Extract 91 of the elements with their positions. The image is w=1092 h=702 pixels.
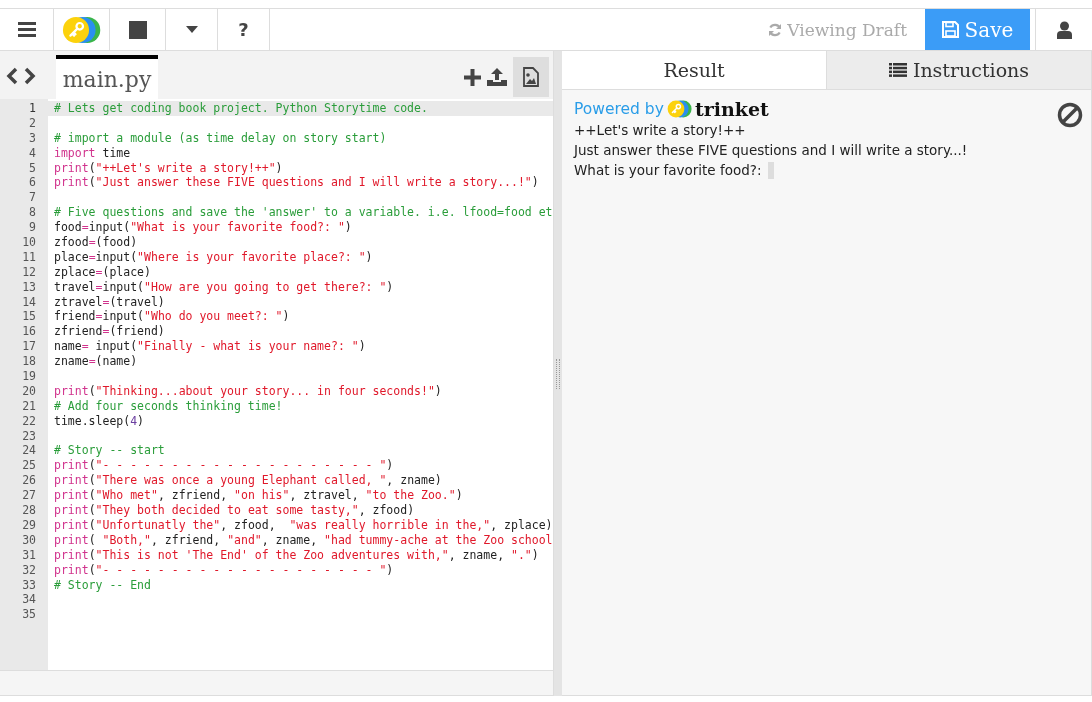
code-line: print("They both decided to eat some tasty,", zfood) [54,503,415,518]
clear-icon[interactable] [1057,102,1083,128]
line-number: 5 [28,160,36,176]
file-tab[interactable]: main.py [56,55,158,99]
list-icon [888,63,907,77]
line-number: 17 [21,339,36,355]
code-line: friend=input("Who do you meet?: ") [54,309,290,325]
code-editor[interactable] [0,99,553,670]
code-line: ztravel=(travel) [54,294,165,310]
brand-name: trinket [695,98,769,120]
output-line: Just answer these FIVE questions and I will write a story...! [574,141,969,160]
chevron-left-icon[interactable] [6,67,18,85]
line-number: 35 [21,607,36,623]
line-number: 14 [21,294,36,310]
split-handle[interactable] [554,51,562,696]
chevron-right-icon[interactable] [24,67,36,85]
panel-tab[interactable]: Instructions [827,51,1091,89]
line-number: 23 [21,428,36,444]
code-line: # Lets get coding book project. Python Storytime code. [54,101,428,116]
code-line: zfood=(food) [54,235,138,250]
stop-icon [128,20,147,39]
line-number: 7 [28,190,36,206]
code-line: # Story -- start [54,443,165,459]
line-number: 18 [21,354,36,370]
code-line: import time [54,145,131,161]
line-number: 22 [21,413,36,429]
line-number: 12 [21,264,36,280]
line-number: 30 [21,532,36,548]
code-line: print("Thinking...about your story... in four seconds!") [54,383,442,399]
code-line: zname=(name) [54,354,138,370]
code-line: # Five questions and save the 'answer' to a variable. i.e. lfood=food et [54,205,553,221]
upload-icon[interactable] [487,68,507,86]
line-number: 13 [21,279,36,295]
line-number: 28 [21,503,36,518]
image-button[interactable] [513,57,549,97]
trinket-logo-icon [61,15,102,44]
trinket-logo-icon [666,100,693,118]
code-line: zplace=(place) [54,264,151,280]
line-number: 34 [21,592,36,608]
code-line: place=input("Where is your favorite place?: ") [54,249,373,265]
code-line: zfriend=(friend) [54,324,165,340]
line-number: 1 [28,101,36,116]
line-number: 20 [21,383,36,399]
output-line: ++Let's write a story!++ [574,121,747,140]
line-number: 15 [21,309,36,325]
line-number: 11 [21,249,36,265]
code-line: print("Unfortunatly the", zfood, "was really horrible in the,", zplace) [54,517,553,533]
code-line: print("Who met", zfriend, "on his", ztravel, "to the Zoo.") [54,488,463,504]
line-number: 6 [28,175,36,191]
line-number: 9 [28,220,36,235]
code-line: # Story -- End [54,577,151,593]
code-line: print("- - - - - - - - - - - - - - - - - - - - ") [54,458,394,474]
line-number: 10 [21,235,36,250]
code-line: travel=input("How are you going to get there?: ") [54,279,394,295]
line-number: 27 [21,488,36,504]
code-line: food=input("What is your favorite food?: ") [54,220,352,235]
code-line: print( "Both,", zfriend, "and", zname, "had tummy-ache at the Zoo school [54,532,553,548]
line-number: 21 [21,398,36,414]
line-number: 25 [21,458,36,474]
line-number: 29 [21,517,36,533]
menu-icon [17,22,36,37]
line-number: 33 [21,577,36,593]
code-line: # import a module (as time delay on story start) [54,130,387,146]
code-line: print("++Let's write a story!++") [54,160,283,176]
line-number: 19 [21,369,36,384]
help-button[interactable]: ? [218,9,270,50]
code-line: name= input("Finally - what is your name?: ") [54,339,366,355]
output-line: What is your favorite food?: [574,161,762,180]
line-number: 2 [28,115,36,131]
line-number: 31 [21,547,36,563]
line-number: 16 [21,324,36,340]
image-file-icon [523,67,539,87]
line-number: 4 [28,145,36,161]
code-line: print("Just answer these FIVE questions and I will write a story...!") [54,175,539,191]
code-line: print("This is not 'The End' of the Zoo adventures with,", zname, ".") [54,547,539,563]
line-number: 3 [28,130,36,146]
plus-icon[interactable] [464,68,481,86]
code-line: print("- - - - - - - - - - - - - - - - - - - - ") [54,562,394,578]
input-field[interactable] [767,161,774,179]
caret-icon [185,26,198,33]
line-number: 26 [21,473,36,489]
user-icon [1056,20,1072,39]
code-line: print("There was once a young Elephant called, ", zname) [54,473,442,489]
code-line: time.sleep(4) [54,413,145,429]
line-number: 8 [28,205,36,221]
powered-by-text: Powered by [574,99,664,119]
code-line: # Add four seconds thinking time! [54,398,283,414]
horizontal-scrollbar[interactable] [0,670,553,695]
line-number: 24 [21,443,36,459]
line-number: 32 [21,562,36,578]
refresh-icon [768,22,783,37]
